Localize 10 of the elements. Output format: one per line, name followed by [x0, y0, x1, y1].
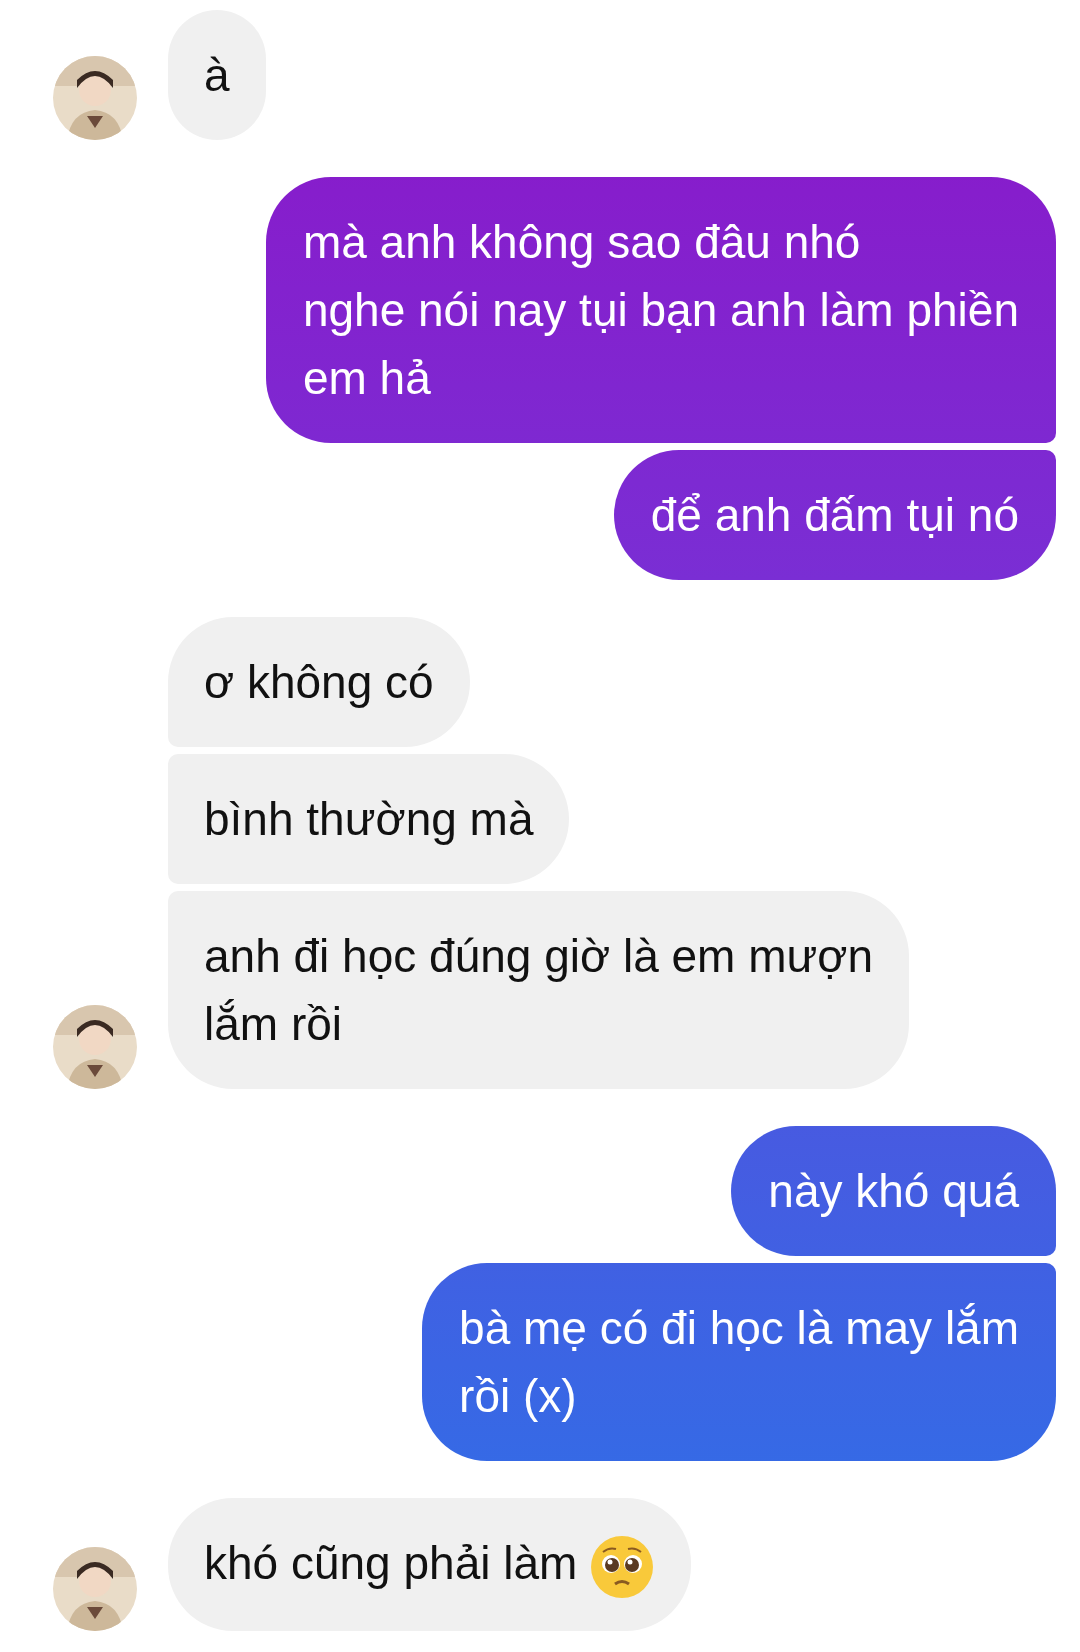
message-bubble[interactable]: bình thường mà: [168, 754, 570, 884]
message-bubble[interactable]: ơ không có: [168, 617, 470, 747]
message-bubble[interactable]: để anh đấm tụi nó: [613, 450, 1056, 580]
message-bubble[interactable]: bà mẹ có đi học là may lắm rồi (x): [422, 1263, 1056, 1461]
message-bubble[interactable]: mà anh không sao đâu nhó nghe nói nay tụi bạn anh làm phiền em hả: [265, 177, 1056, 443]
message-bubble[interactable]: anh đi học đúng giờ là em mượn lắm rồi: [168, 891, 910, 1089]
message-bubble[interactable]: à: [168, 10, 266, 140]
message-bubble[interactable]: khó cũng phải làm: [168, 1498, 692, 1631]
pleading-face-icon: [589, 1533, 656, 1600]
message-bubble[interactable]: này khó quá: [731, 1126, 1056, 1256]
